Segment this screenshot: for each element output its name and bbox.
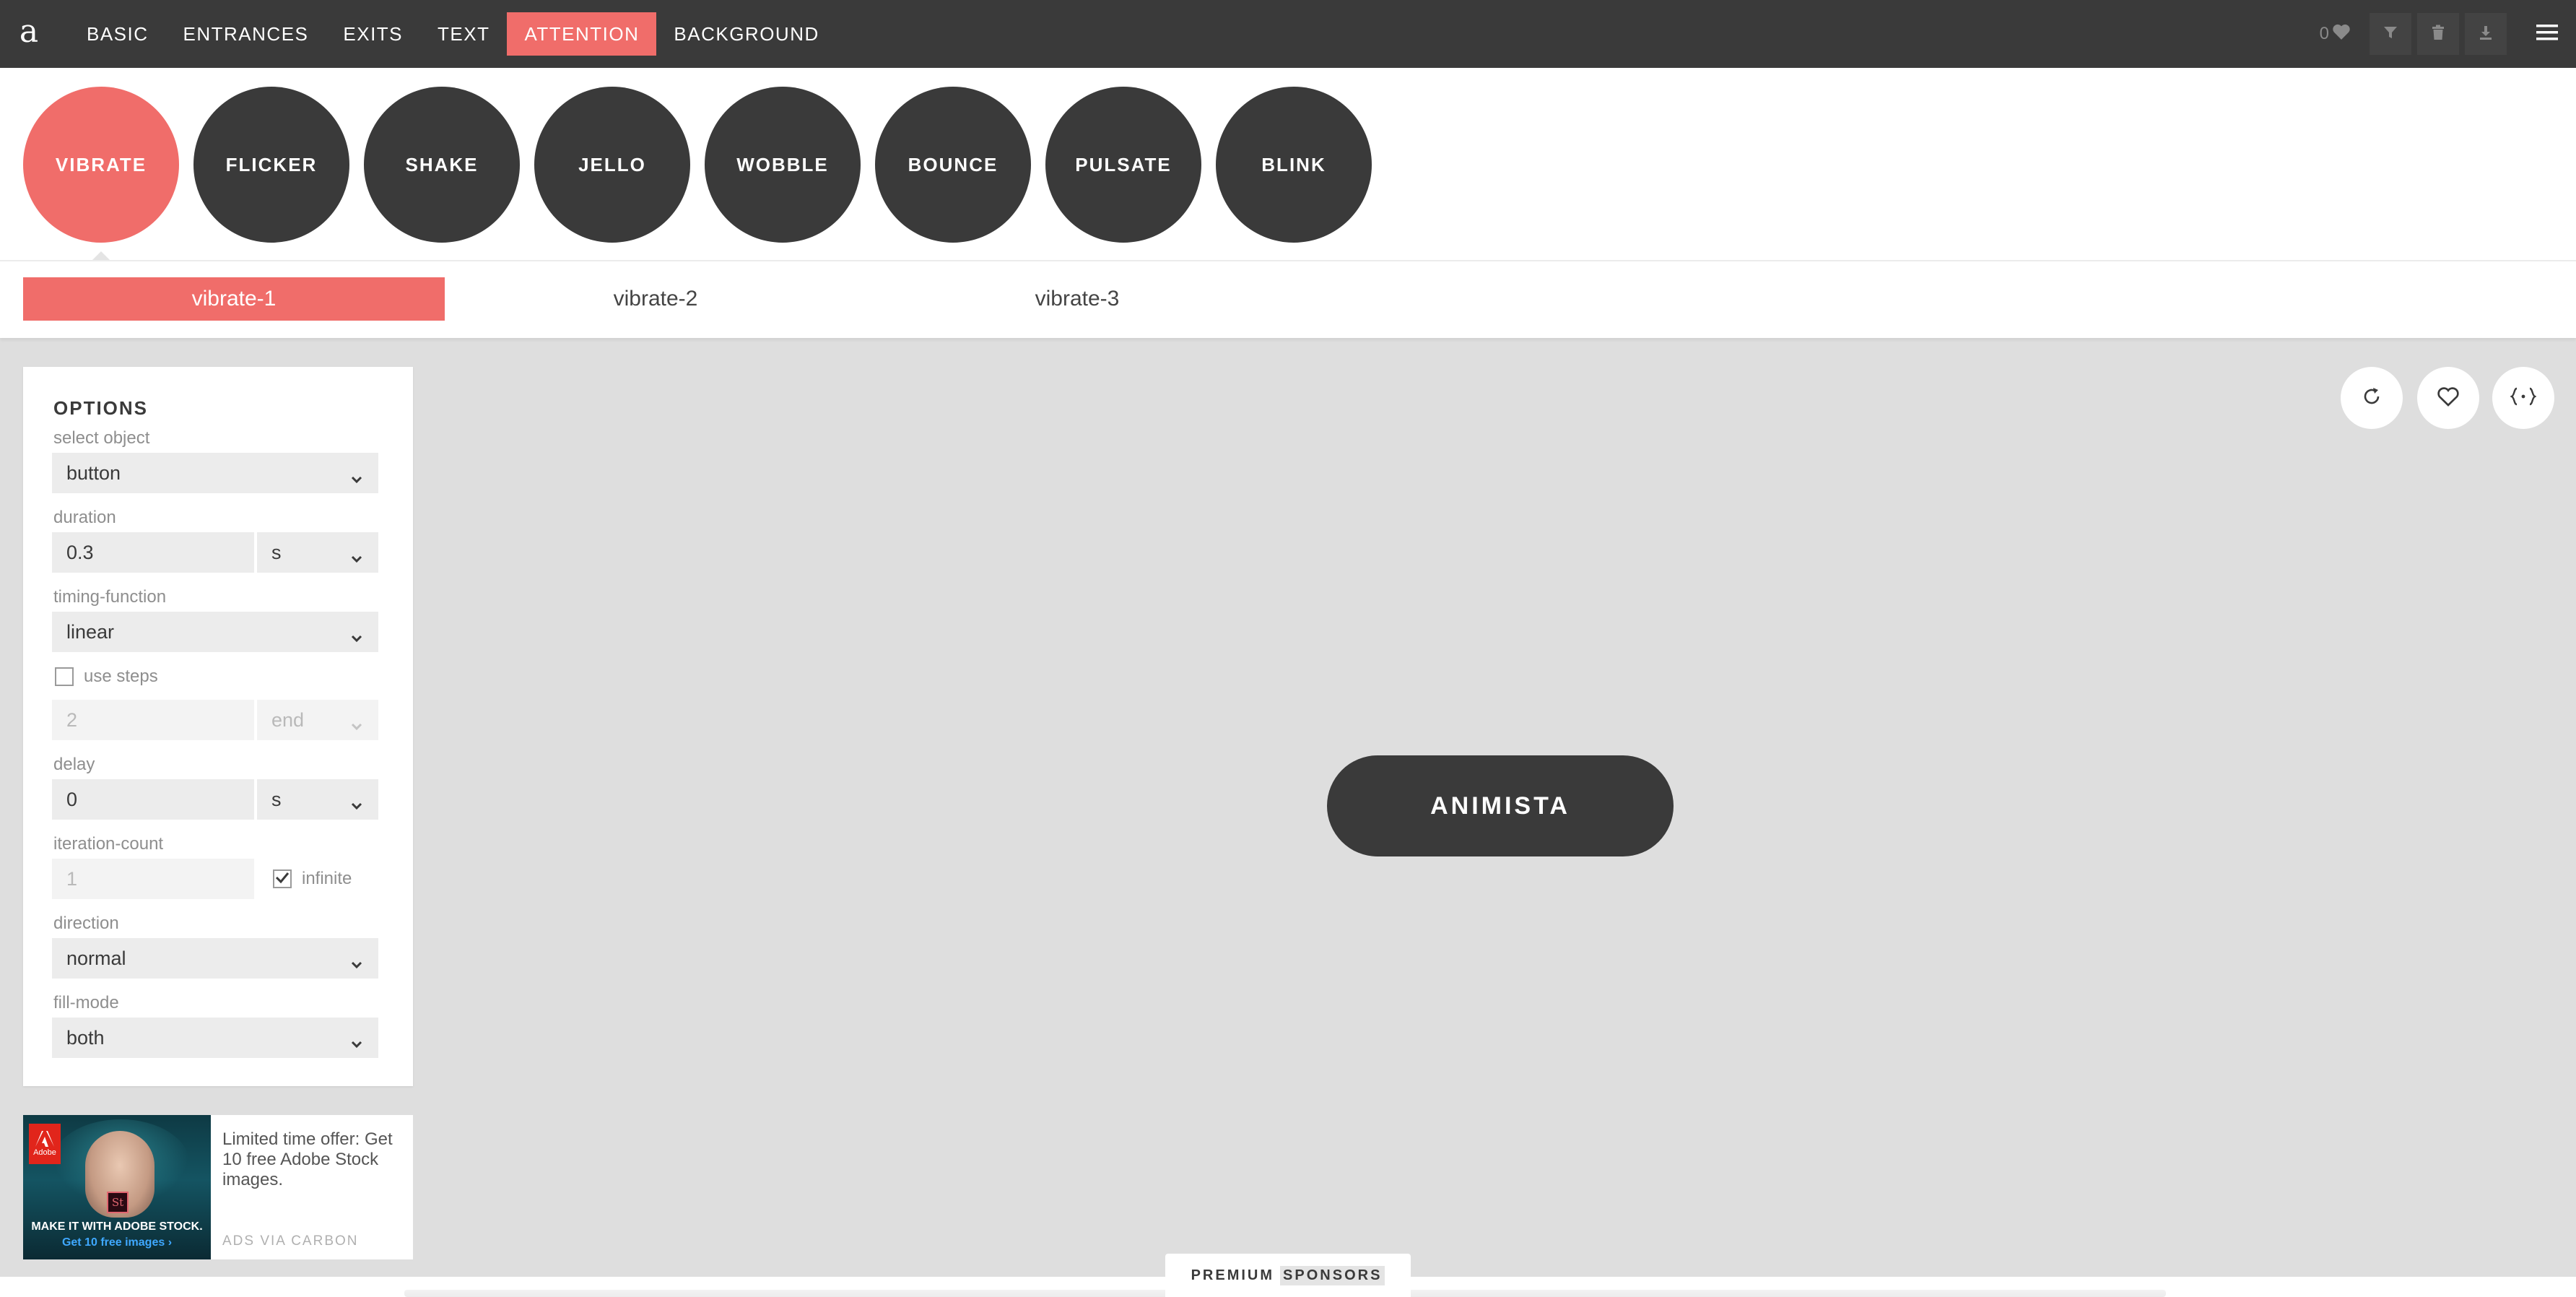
- animista-demo-button[interactable]: ANIMISTA: [1327, 755, 1674, 856]
- heart-outline-icon: [2437, 386, 2460, 411]
- chevron-down-icon: [351, 547, 362, 569]
- fill-mode-label: fill-mode: [53, 993, 119, 1012]
- chevron-down-icon: [351, 953, 362, 975]
- top-navbar: a BASIC ENTRANCES EXITS TEXT ATTENTION B…: [0, 0, 2576, 68]
- duration-label: duration: [53, 508, 116, 527]
- ads-via-carbon-link[interactable]: ADS VIA CARBON: [222, 1233, 359, 1249]
- trash-button[interactable]: [2417, 13, 2459, 55]
- duration-unit-dropdown[interactable]: s: [257, 532, 378, 573]
- download-icon: [2478, 25, 2494, 44]
- toolbar-right: 0: [2320, 0, 2576, 68]
- animation-list: VIBRATE FLICKER SHAKE JELLO WOBBLE BOUNC…: [0, 68, 2576, 261]
- tab-vibrate-3[interactable]: vibrate-3: [866, 277, 1288, 321]
- heart-icon: [2332, 23, 2351, 45]
- nav-attention[interactable]: ATTENTION: [507, 12, 657, 56]
- steps-position-dropdown[interactable]: end: [257, 700, 378, 740]
- animation-jello[interactable]: JELLO: [534, 87, 690, 243]
- animation-vibrate[interactable]: VIBRATE: [23, 87, 179, 243]
- ad-image-cta: Get 10 free images ›: [61, 1236, 173, 1249]
- infinite-checkbox[interactable]: [273, 869, 292, 888]
- refresh-icon: [2361, 386, 2383, 411]
- variant-tabs: vibrate-1 vibrate-2 vibrate-3: [0, 261, 2576, 338]
- duration-input[interactable]: 0.3: [52, 532, 254, 573]
- premium-sponsors-tab[interactable]: PREMIUM SPONSORS: [1165, 1254, 1411, 1297]
- animation-blink[interactable]: BLINK: [1216, 87, 1372, 243]
- code-braces-icon: [2510, 386, 2537, 410]
- chevron-down-icon: [351, 467, 362, 490]
- favorite-button[interactable]: [2417, 367, 2479, 429]
- iteration-count-input[interactable]: 1: [52, 859, 254, 899]
- category-nav: BASIC ENTRANCES EXITS TEXT ATTENTION BAC…: [69, 0, 837, 68]
- use-steps-row: use steps: [55, 667, 384, 687]
- delay-unit-dropdown[interactable]: s: [257, 779, 378, 820]
- generate-code-button[interactable]: [2492, 367, 2554, 429]
- adobe-logo: Adobe: [29, 1124, 61, 1164]
- duration-unit-value: s: [271, 541, 282, 563]
- ad-image-headline: MAKE IT WITH ADOBE STOCK.: [31, 1220, 203, 1233]
- fill-mode-value: both: [66, 1026, 105, 1049]
- select-object-label: select object: [53, 428, 150, 448]
- adobe-stock-badge: St: [107, 1192, 129, 1213]
- menu-button[interactable]: [2518, 0, 2576, 68]
- animation-pulsate[interactable]: PULSATE: [1045, 87, 1201, 243]
- sponsors-label: SPONSORS: [1280, 1265, 1385, 1285]
- nav-background[interactable]: BACKGROUND: [656, 12, 836, 56]
- nav-exits[interactable]: EXITS: [326, 12, 420, 56]
- options-panel: OPTIONS select object button duration 0.…: [23, 367, 413, 1086]
- ad-image[interactable]: Adobe St MAKE IT WITH ADOBE STOCK. Get 1…: [23, 1115, 211, 1259]
- animista-logo[interactable]: a: [0, 0, 58, 68]
- infinite-label: infinite: [302, 869, 352, 888]
- select-object-dropdown[interactable]: button: [52, 453, 378, 493]
- direction-label: direction: [53, 914, 119, 933]
- favorites-count: 0: [2319, 24, 2329, 43]
- infinite-row: infinite: [273, 869, 352, 889]
- timing-function-label: timing-function: [53, 587, 167, 607]
- direction-dropdown[interactable]: normal: [52, 938, 378, 979]
- nav-text[interactable]: TEXT: [420, 12, 507, 56]
- carbon-ad[interactable]: Adobe St MAKE IT WITH ADOBE STOCK. Get 1…: [23, 1115, 413, 1259]
- nav-basic[interactable]: BASIC: [69, 12, 166, 56]
- delay-input[interactable]: 0: [52, 779, 254, 820]
- options-title: OPTIONS: [53, 397, 149, 419]
- checkmark-icon: [275, 869, 290, 889]
- download-button[interactable]: [2465, 13, 2507, 55]
- steps-row: 2 end: [52, 700, 378, 740]
- direction-value: normal: [66, 947, 126, 969]
- timing-function-value: linear: [66, 620, 115, 643]
- chevron-down-icon: [351, 794, 362, 816]
- delay-unit-value: s: [271, 788, 282, 810]
- filter-icon: [2383, 25, 2398, 44]
- steps-input[interactable]: 2: [52, 700, 254, 740]
- use-steps-checkbox[interactable]: [55, 667, 74, 686]
- chevron-down-icon: [351, 714, 362, 737]
- animation-bounce[interactable]: BOUNCE: [875, 87, 1031, 243]
- nav-entrances[interactable]: ENTRANCES: [166, 12, 326, 56]
- timing-function-dropdown[interactable]: linear: [52, 612, 378, 652]
- filter-button[interactable]: [2370, 13, 2411, 55]
- tab-vibrate-1[interactable]: vibrate-1: [23, 277, 445, 321]
- hamburger-icon: [2536, 24, 2558, 45]
- use-steps-label: use steps: [84, 667, 158, 686]
- steps-position-value: end: [271, 708, 305, 731]
- ad-copy[interactable]: Limited time offer: Get 10 free Adobe St…: [222, 1129, 403, 1190]
- replay-button[interactable]: [2341, 367, 2403, 429]
- chevron-down-icon: [351, 1032, 362, 1054]
- delay-row: 0 s: [52, 779, 378, 820]
- animation-wobble[interactable]: WOBBLE: [705, 87, 861, 243]
- iteration-count-row: 1 infinite: [52, 859, 378, 899]
- fill-mode-dropdown[interactable]: both: [52, 1018, 378, 1058]
- trash-icon: [2431, 25, 2445, 44]
- premium-label: PREMIUM: [1191, 1267, 1275, 1283]
- animation-shake[interactable]: SHAKE: [364, 87, 520, 243]
- iteration-count-label: iteration-count: [53, 834, 164, 854]
- selection-caret: [92, 251, 110, 260]
- animation-flicker[interactable]: FLICKER: [193, 87, 349, 243]
- select-object-value: button: [66, 461, 121, 484]
- favorites-counter[interactable]: 0: [2320, 23, 2351, 45]
- duration-row: 0.3 s: [52, 532, 378, 573]
- ad-text: Limited time offer: Get 10 free Adobe St…: [211, 1115, 413, 1259]
- tab-vibrate-2[interactable]: vibrate-2: [445, 277, 866, 321]
- delay-label: delay: [53, 755, 95, 774]
- chevron-down-icon: [351, 626, 362, 648]
